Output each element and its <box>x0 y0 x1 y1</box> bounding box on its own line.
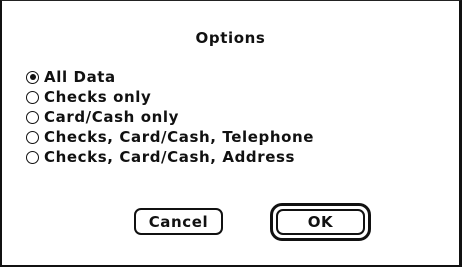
radio-icon[interactable] <box>26 90 39 104</box>
option-label: All Data <box>44 68 116 86</box>
radio-icon[interactable] <box>26 70 39 84</box>
option-label: Checks, Card/Cash, Telephone <box>44 128 315 146</box>
option-label: Checks only <box>44 88 152 106</box>
option-all-data[interactable]: All Data <box>26 67 314 87</box>
radio-icon[interactable] <box>26 130 39 144</box>
option-card-cash-only[interactable]: Card/Cash only <box>26 107 314 127</box>
radio-selected-dot <box>29 74 36 80</box>
ok-button[interactable]: OK <box>276 209 365 235</box>
option-checks-only[interactable]: Checks only <box>26 87 314 107</box>
radio-icon[interactable] <box>26 150 39 164</box>
dialog-title: Options <box>195 29 266 47</box>
cancel-button[interactable]: Cancel <box>134 208 223 235</box>
options-dialog: Options All Data Checks only Card/Cash o… <box>0 0 462 267</box>
option-checks-card-cash-telephone[interactable]: Checks, Card/Cash, Telephone <box>26 127 314 147</box>
option-label: Card/Cash only <box>44 108 180 126</box>
option-label: Checks, Card/Cash, Address <box>44 148 296 166</box>
option-checks-card-cash-address[interactable]: Checks, Card/Cash, Address <box>26 147 314 167</box>
radio-icon[interactable] <box>26 110 39 124</box>
options-radio-group: All Data Checks only Card/Cash only Chec… <box>26 67 314 167</box>
